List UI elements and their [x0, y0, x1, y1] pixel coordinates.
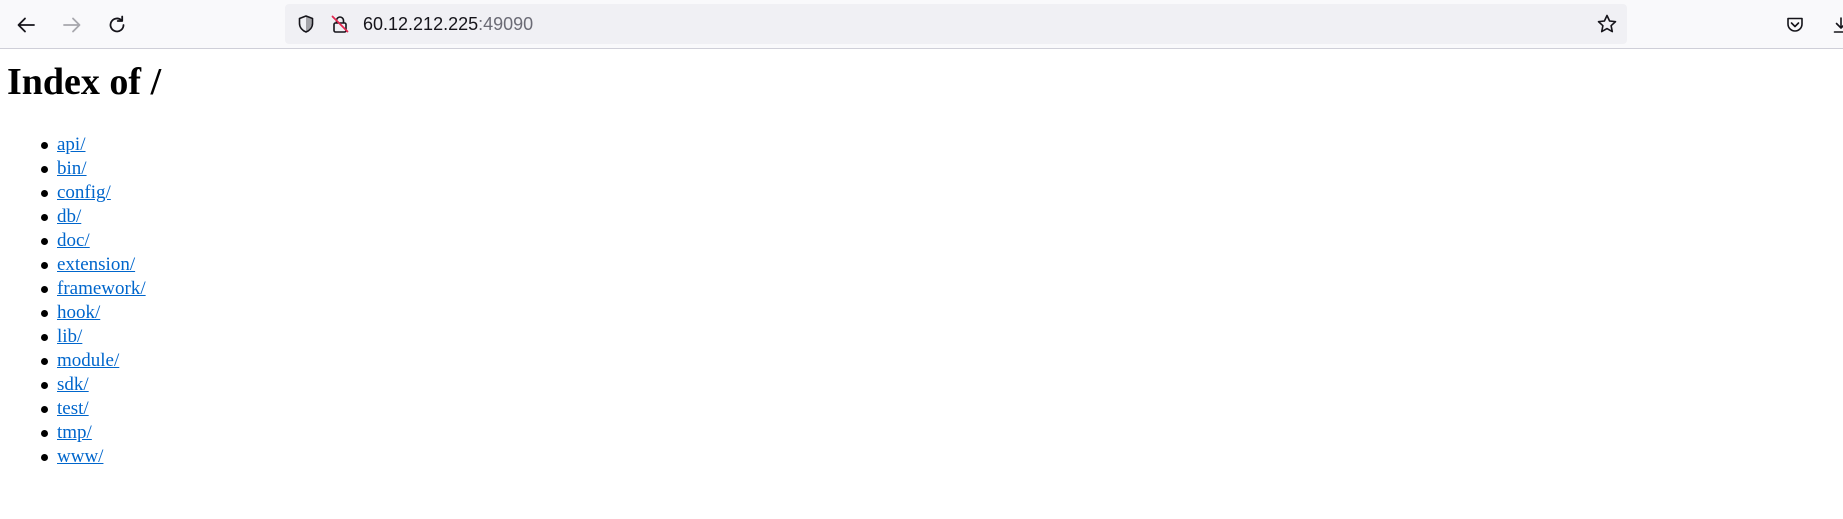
list-item: tmp/ — [41, 421, 146, 445]
list-item: module/ — [41, 349, 146, 373]
list-item: config/ — [41, 181, 146, 205]
list-item: test/ — [41, 397, 146, 421]
bullet — [41, 166, 48, 173]
directory-link[interactable]: db/ — [57, 206, 81, 227]
bullet — [41, 454, 48, 461]
forward-button[interactable] — [54, 7, 90, 43]
list-item: extension/ — [41, 253, 146, 277]
directory-link[interactable]: test/ — [57, 398, 89, 419]
bullet — [41, 310, 48, 317]
page-content: Index of / api/bin/config/db/doc/extensi… — [0, 50, 1843, 519]
bullet — [41, 262, 48, 269]
bullet — [41, 382, 48, 389]
bullet — [41, 142, 48, 149]
pocket-icon — [1785, 15, 1805, 35]
directory-link[interactable]: config/ — [57, 182, 111, 203]
arrow-left-icon — [15, 14, 37, 36]
directory-listing: api/bin/config/db/doc/extension/framewor… — [41, 133, 146, 469]
url-text[interactable]: 60.12.212.225:49090 — [363, 14, 533, 34]
url-host: 60.12.212.225 — [363, 14, 479, 34]
list-item: sdk/ — [41, 373, 146, 397]
directory-link[interactable]: tmp/ — [57, 422, 92, 443]
list-item: www/ — [41, 445, 146, 469]
directory-link[interactable]: framework/ — [57, 278, 146, 299]
bullet — [41, 286, 48, 293]
downloads-button[interactable] — [1823, 7, 1843, 43]
bullet — [41, 358, 48, 365]
list-item: doc/ — [41, 229, 146, 253]
bullet — [41, 430, 48, 437]
directory-link[interactable]: bin/ — [57, 158, 87, 179]
directory-link[interactable]: www/ — [57, 446, 103, 467]
directory-link[interactable]: doc/ — [57, 230, 90, 251]
address-bar[interactable]: 60.12.212.225:49090 — [285, 4, 1627, 44]
directory-link[interactable]: module/ — [57, 350, 119, 371]
bullet — [41, 190, 48, 197]
list-item: api/ — [41, 133, 146, 157]
list-item: bin/ — [41, 157, 146, 181]
list-item: framework/ — [41, 277, 146, 301]
list-item: lib/ — [41, 325, 146, 349]
bullet — [41, 214, 48, 221]
insecure-lock-icon[interactable] — [329, 13, 351, 35]
directory-link[interactable]: hook/ — [57, 302, 100, 323]
pocket-button[interactable] — [1777, 7, 1813, 43]
bullet — [41, 334, 48, 341]
list-item: db/ — [41, 205, 146, 229]
page-title: Index of / — [7, 61, 162, 103]
star-icon[interactable] — [1595, 12, 1619, 36]
shield-icon[interactable] — [295, 13, 317, 35]
url-port: :49090 — [478, 14, 534, 34]
directory-link[interactable]: api/ — [57, 134, 86, 155]
reload-button[interactable] — [99, 7, 135, 43]
browser-toolbar: 60.12.212.225:49090 — [0, 0, 1843, 49]
directory-link[interactable]: lib/ — [57, 326, 82, 347]
list-item: hook/ — [41, 301, 146, 325]
download-icon — [1831, 15, 1843, 35]
bullet — [41, 238, 48, 245]
directory-link[interactable]: sdk/ — [57, 374, 89, 395]
bullet — [41, 406, 48, 413]
directory-link[interactable]: extension/ — [57, 254, 135, 275]
back-button[interactable] — [8, 7, 44, 43]
reload-icon — [106, 14, 128, 36]
arrow-right-icon — [61, 14, 83, 36]
